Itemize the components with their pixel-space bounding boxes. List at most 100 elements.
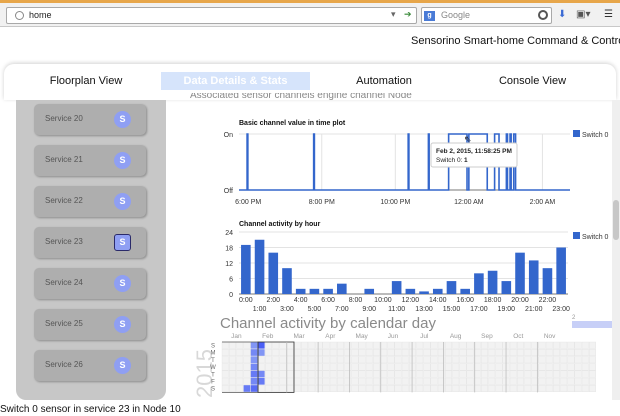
day-cell	[538, 356, 546, 364]
day-cell	[545, 385, 553, 393]
active-day-cell	[250, 385, 258, 392]
day-cell	[481, 370, 489, 378]
day-cell	[315, 385, 323, 393]
day-cell	[358, 356, 366, 364]
day-cell	[459, 377, 467, 385]
day-cell	[553, 377, 561, 385]
day-cell	[265, 377, 273, 385]
day-cell	[279, 349, 287, 357]
legend-value: 2	[572, 315, 576, 321]
day-cell	[279, 356, 287, 364]
day-cell	[545, 349, 553, 357]
day-cell	[452, 377, 460, 385]
bar-23:00	[556, 247, 566, 294]
day-cell	[409, 341, 417, 349]
day-cell	[337, 356, 345, 364]
active-day-cell	[243, 385, 251, 392]
scrollbar-thumb[interactable]	[613, 200, 619, 240]
day-cell	[495, 341, 503, 349]
day-cell	[293, 349, 301, 357]
day-cell	[373, 370, 381, 378]
day-cell	[445, 363, 453, 371]
day-cell	[308, 370, 316, 378]
day-cell	[517, 363, 525, 371]
day-label: M	[211, 351, 216, 357]
bar-13:00	[419, 291, 429, 294]
day-cell	[553, 385, 561, 393]
day-cell	[488, 377, 496, 385]
day-cell	[574, 363, 582, 371]
day-cell	[459, 370, 467, 378]
day-cell	[430, 363, 438, 371]
day-cell	[286, 370, 294, 378]
hourly-bar-chart: 0 6 12 18 24 0:00 2:00 4:00 6:00 8:00 10:00 12:00 14…	[225, 230, 608, 313]
day-cell	[509, 349, 517, 357]
day-cell	[380, 385, 388, 393]
day-cell	[322, 385, 330, 393]
day-cell	[380, 356, 388, 364]
bar-14:00	[432, 288, 443, 294]
day-cell	[265, 370, 273, 378]
day-cell	[445, 385, 453, 393]
day-cell	[466, 370, 474, 378]
scrollbar-track[interactable]	[612, 100, 620, 400]
day-cell	[257, 363, 265, 371]
legend-swatch	[573, 130, 580, 137]
day-cell	[243, 377, 251, 385]
day-cell	[351, 377, 359, 385]
bar-1:00	[254, 239, 265, 294]
day-cell	[221, 356, 229, 364]
day-cell	[488, 341, 496, 349]
day-cell	[581, 377, 589, 385]
day-cell	[495, 377, 503, 385]
day-cell	[373, 385, 381, 393]
day-cell	[481, 363, 489, 371]
day-cell	[351, 363, 359, 371]
day-cell	[387, 349, 395, 357]
day-cell	[509, 370, 517, 378]
x-tick-label: 2:00	[266, 297, 280, 304]
tooltip-series: Switch 0:	[436, 157, 463, 164]
day-cell	[373, 341, 381, 349]
day-cell	[272, 349, 280, 357]
day-cell	[279, 341, 287, 349]
day-cell	[315, 370, 323, 378]
day-cell	[481, 341, 489, 349]
day-cell	[358, 385, 366, 393]
day-cell	[466, 377, 474, 385]
day-cell	[430, 356, 438, 364]
day-cell	[401, 341, 409, 349]
day-cell	[509, 341, 517, 349]
day-cell	[308, 377, 316, 385]
legend-swatch	[573, 232, 580, 239]
day-cell	[337, 363, 345, 371]
chart3-title: Channel activity by calendar day	[220, 315, 436, 332]
day-cell	[509, 356, 517, 364]
x-tick-label: 2:00 AM	[530, 199, 556, 206]
day-cell	[243, 356, 251, 364]
bar-2:00	[268, 252, 279, 294]
day-cell	[416, 356, 424, 364]
day-cell	[423, 370, 431, 378]
day-cell	[409, 385, 417, 393]
day-cell	[538, 349, 546, 357]
day-cell	[301, 370, 309, 378]
day-cell	[322, 370, 330, 378]
active-day-cell	[250, 378, 258, 385]
legend-label: Switch 0	[582, 234, 609, 241]
day-cell	[221, 349, 229, 357]
x-tick-label: 10:00	[374, 297, 392, 304]
day-cell	[243, 349, 251, 357]
month-label: Mar	[293, 333, 305, 340]
day-cell	[459, 349, 467, 357]
day-cell	[466, 349, 474, 357]
status-text: Switch 0 sensor in service 23 in Node 10	[0, 404, 181, 415]
day-cell	[567, 363, 575, 371]
series-line-switch-0	[239, 133, 570, 191]
day-cell	[351, 349, 359, 357]
legend-label: Switch 0	[582, 132, 609, 139]
day-cell	[293, 341, 301, 349]
day-cell	[344, 385, 352, 393]
day-cell	[560, 377, 568, 385]
day-cell	[236, 349, 244, 357]
